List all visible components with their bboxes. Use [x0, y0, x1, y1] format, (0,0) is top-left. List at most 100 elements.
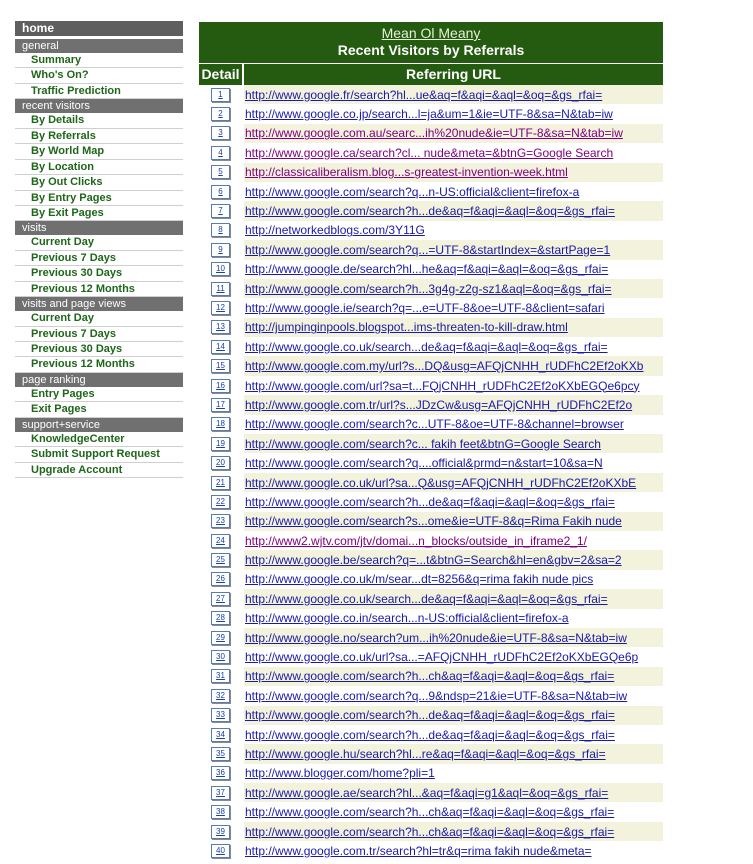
referring-url-link[interactable]: http://www.google.de/search?hl...he&aq=f…	[245, 262, 608, 276]
sidebar-home-link[interactable]: home	[15, 21, 183, 36]
detail-button[interactable]: 8	[211, 223, 230, 238]
detail-button[interactable]: 3	[211, 126, 230, 141]
referring-url-link[interactable]: http://www.google.ie/search?q=...e=UTF-8…	[245, 301, 605, 315]
sidebar-item[interactable]: Current Day	[15, 235, 183, 251]
referring-url-link[interactable]: http://www.google.com/search?h...de&aq=f…	[245, 204, 615, 218]
sidebar-item[interactable]: By Exit Pages	[15, 206, 183, 222]
sidebar-item[interactable]: By World Map	[15, 144, 183, 160]
referring-url-link[interactable]: http://www.google.com/search?s...ome&ie=…	[245, 514, 622, 528]
referring-url-link[interactable]: http://www.google.com.au/searc...ih%20nu…	[245, 126, 623, 140]
referring-url-link[interactable]: http://www.google.com/search?q...=UTF-8&…	[245, 243, 610, 257]
detail-button[interactable]: 22	[211, 494, 230, 509]
detail-button[interactable]: 10	[211, 262, 230, 277]
detail-button[interactable]: 34	[211, 727, 230, 742]
referring-url-link[interactable]: http://www.google.co.uk/url?sa...=AFQjCN…	[245, 650, 638, 664]
referring-url-link[interactable]: http://www.google.com/search?h...de&aq=f…	[245, 495, 615, 509]
referring-url-link[interactable]: http://www.google.com/search?q...9&ndsp=…	[245, 689, 627, 703]
detail-button[interactable]: 11	[211, 281, 230, 296]
detail-button[interactable]: 26	[211, 572, 230, 587]
referring-url-link[interactable]: http://www.google.com/search?h...de&aq=f…	[245, 708, 615, 722]
referring-url-link[interactable]: http://www.google.com.my/url?s...DQ&usg=…	[245, 359, 643, 373]
detail-button[interactable]: 1	[211, 87, 230, 102]
detail-button[interactable]: 20	[211, 456, 230, 471]
referring-url-link[interactable]: http://www.google.com/search?q...n-US:of…	[245, 185, 579, 199]
detail-button[interactable]: 35	[211, 746, 230, 761]
detail-button[interactable]: 12	[211, 300, 230, 315]
detail-button[interactable]: 17	[211, 397, 230, 412]
referring-url-link[interactable]: http://www.google.no/search?um...ih%20nu…	[245, 631, 627, 645]
referring-url-link[interactable]: http://www.google.be/search?q=...t&btnG=…	[245, 553, 622, 567]
sidebar-item[interactable]: Who's On?	[15, 68, 183, 84]
detail-button[interactable]: 39	[211, 824, 230, 839]
sidebar-item[interactable]: By Entry Pages	[15, 191, 183, 206]
sidebar-item[interactable]: Previous 12 Months	[15, 357, 183, 373]
detail-button[interactable]: 14	[211, 339, 230, 354]
referring-url-link[interactable]: http://www.google.com/search?h...ch&aq=f…	[245, 805, 614, 819]
sidebar-item[interactable]: Submit Support Request	[15, 447, 183, 463]
sidebar-item[interactable]: By Details	[15, 113, 183, 129]
detail-button[interactable]: 15	[211, 359, 230, 374]
referring-url-link[interactable]: http://www.google.fr/search?hl...ue&aq=f…	[245, 88, 602, 102]
sidebar-item[interactable]: Exit Pages	[15, 402, 183, 418]
sidebar-item[interactable]: By Location	[15, 160, 183, 176]
detail-button[interactable]: 27	[211, 591, 230, 606]
sidebar-item[interactable]: Current Day	[15, 311, 183, 327]
detail-button[interactable]: 29	[211, 630, 230, 645]
referring-url-link[interactable]: http://jumpinginpools.blogspot...ims-thr…	[245, 320, 568, 334]
detail-button[interactable]: 30	[211, 650, 230, 665]
referring-url-link[interactable]: http://www.google.co.uk/url?sa...Q&usg=A…	[245, 476, 636, 490]
sidebar-item[interactable]: Previous 30 Days	[15, 342, 183, 358]
detail-button[interactable]: 5	[211, 165, 230, 180]
referring-url-link[interactable]: http://www.google.com/search?c... fakih …	[245, 437, 601, 451]
referring-url-link[interactable]: http://www.google.com.tr/search?hl=tr&q=…	[245, 844, 592, 858]
referring-url-link[interactable]: http://www.google.co.uk/search...de&aq=f…	[245, 592, 608, 606]
detail-button[interactable]: 32	[211, 688, 230, 703]
detail-button[interactable]: 21	[211, 475, 230, 490]
sidebar-item[interactable]: Upgrade Account	[15, 463, 183, 479]
referring-url-link[interactable]: http://www.google.ca/search?cl... nude&m…	[245, 146, 613, 160]
site-name-link[interactable]: Mean Ol Meany	[199, 25, 663, 41]
referring-url-link[interactable]: http://www.google.com/search?c...UTF-8&o…	[245, 417, 624, 431]
detail-button[interactable]: 18	[211, 417, 230, 432]
sidebar-item[interactable]: Previous 12 Months	[15, 282, 183, 298]
sidebar-item[interactable]: Traffic Prediction	[15, 84, 183, 100]
referring-url-link[interactable]: http://networkedblogs.com/3Y11G	[245, 223, 425, 237]
detail-button[interactable]: 24	[211, 533, 230, 548]
referring-url-link[interactable]: http://www.blogger.com/home?pli=1	[245, 766, 435, 780]
detail-button[interactable]: 9	[211, 242, 230, 257]
referring-url-link[interactable]: http://www.google.co.uk/search...de&aq=f…	[245, 340, 608, 354]
detail-button[interactable]: 28	[211, 611, 230, 626]
referring-url-link[interactable]: http://www.google.co.jp/search...l=ja&um…	[245, 107, 613, 121]
sidebar-item[interactable]: Entry Pages	[15, 387, 183, 403]
detail-button[interactable]: 37	[211, 785, 230, 800]
referring-url-link[interactable]: http://www.google.com/search?h...ch&aq=f…	[245, 669, 614, 683]
detail-button[interactable]: 13	[211, 320, 230, 335]
sidebar-item[interactable]: By Out Clicks	[15, 175, 183, 191]
detail-button[interactable]: 38	[211, 805, 230, 820]
detail-button[interactable]: 25	[211, 553, 230, 568]
detail-button[interactable]: 31	[211, 669, 230, 684]
detail-button[interactable]: 40	[211, 843, 230, 858]
detail-button[interactable]: 16	[211, 378, 230, 393]
detail-button[interactable]: 19	[211, 436, 230, 451]
referring-url-link[interactable]: http://www.google.hu/search?hl...re&aq=f…	[245, 747, 606, 761]
referring-url-link[interactable]: http://www.google.com/search?h...de&aq=f…	[245, 728, 615, 742]
detail-button[interactable]: 6	[211, 184, 230, 199]
sidebar-item[interactable]: Summary	[15, 53, 183, 69]
detail-button[interactable]: 4	[211, 145, 230, 160]
referring-url-link[interactable]: http://www.google.co.uk/m/sear...dt=8256…	[245, 572, 593, 586]
detail-button[interactable]: 36	[211, 766, 230, 781]
referring-url-link[interactable]: http://www.google.co.in/search...n-US:of…	[245, 611, 569, 625]
detail-button[interactable]: 33	[211, 708, 230, 723]
referring-url-link[interactable]: http://classicaliberalism.blog...s-great…	[245, 165, 568, 179]
referring-url-link[interactable]: http://www.google.com/search?h...ch&aq=f…	[245, 825, 614, 839]
sidebar-item[interactable]: Previous 7 Days	[15, 251, 183, 267]
detail-button[interactable]: 7	[211, 204, 230, 219]
referring-url-link[interactable]: http://www.google.com/search?q....offici…	[245, 456, 603, 470]
referring-url-link[interactable]: http://www.google.com/url?sa=t...FQjCNHH…	[245, 379, 640, 393]
referring-url-link[interactable]: http://www.google.com/search?h...3g4g-z2…	[245, 282, 612, 296]
referring-url-link[interactable]: http://www2.wjtv.com/jtv/domai...n_block…	[245, 534, 587, 548]
sidebar-item[interactable]: KnowledgeCenter	[15, 432, 183, 448]
detail-button[interactable]: 2	[211, 107, 230, 122]
referring-url-link[interactable]: http://www.google.com.tr/url?s...JDzCw&u…	[245, 398, 632, 412]
